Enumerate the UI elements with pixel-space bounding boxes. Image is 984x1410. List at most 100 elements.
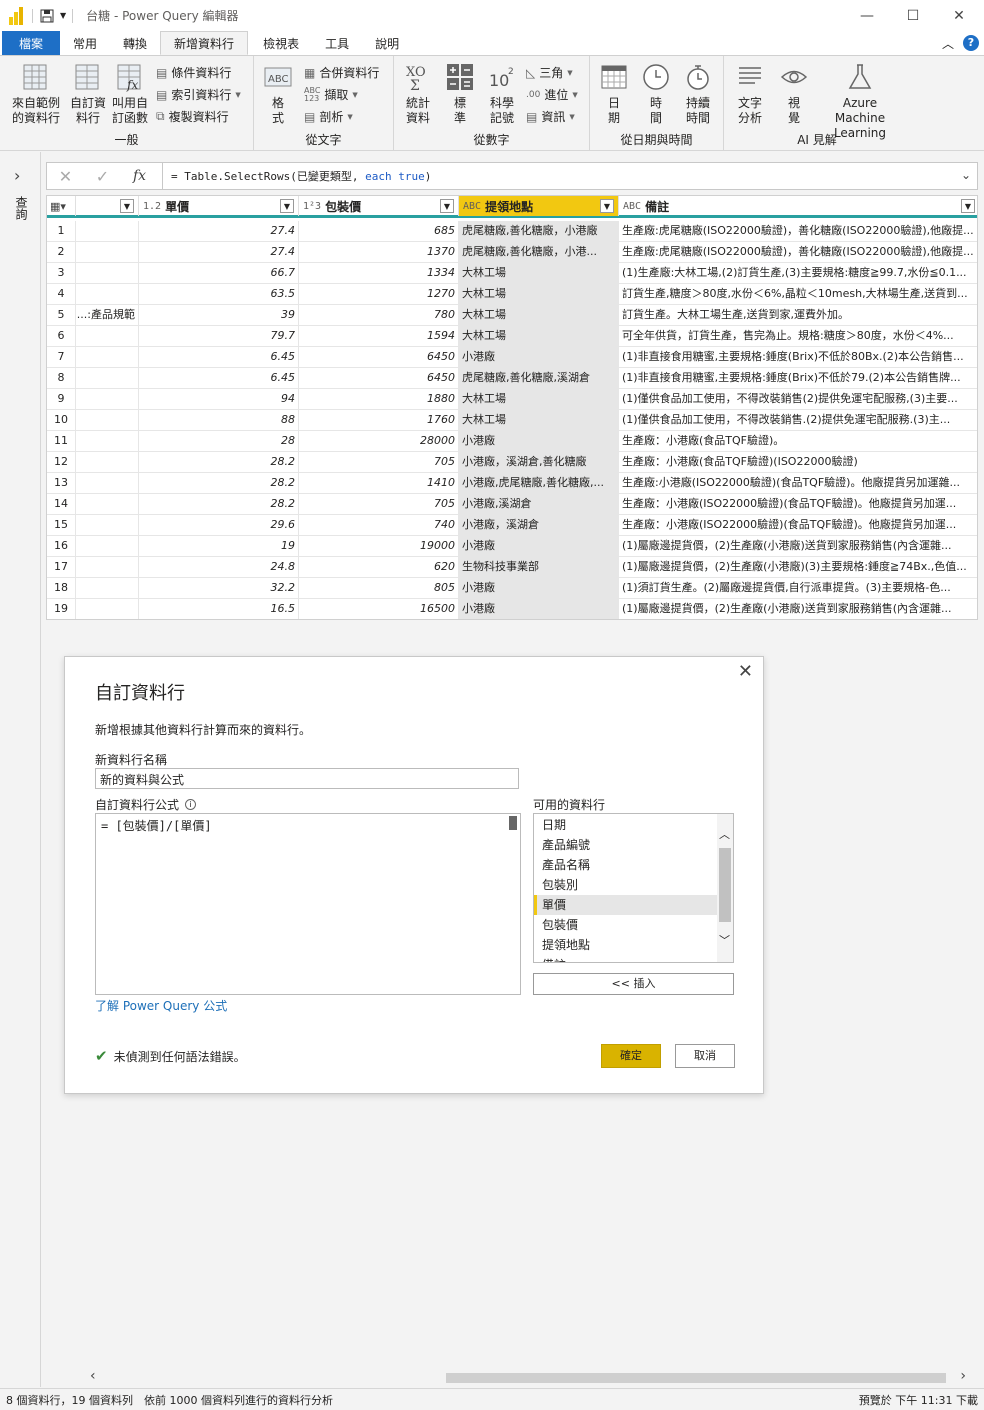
- table-cell[interactable]: (1)屬廠邊提貨價，(2)生產廠(小港廠)送貨到家服務銷售(內含運雜...: [619, 599, 977, 619]
- row-number[interactable]: 3: [47, 263, 76, 283]
- row-number[interactable]: 18: [47, 578, 76, 598]
- qat-dropdown-icon[interactable]: ▼: [60, 11, 66, 20]
- table-cell[interactable]: 29.6: [139, 515, 299, 535]
- ok-button[interactable]: 確定: [601, 1044, 661, 1068]
- insert-column-button[interactable]: << 插入: [533, 973, 734, 995]
- table-cell[interactable]: 小港廠: [459, 599, 619, 619]
- table-cell[interactable]: [76, 326, 139, 346]
- tab-help[interactable]: 說明: [362, 31, 412, 55]
- row-number[interactable]: 14: [47, 494, 76, 514]
- available-column-item[interactable]: 產品名稱: [534, 855, 733, 875]
- table-cell[interactable]: 94: [139, 389, 299, 409]
- table-cell[interactable]: 1410: [299, 473, 459, 493]
- table-cell[interactable]: 6.45: [139, 347, 299, 367]
- table-cell[interactable]: 小港廠: [459, 578, 619, 598]
- scroll-left-icon[interactable]: ‹: [90, 1368, 96, 1384]
- table-cell[interactable]: [76, 494, 139, 514]
- table-cell[interactable]: 小港廠,虎尾糖廠,善化糖廠,...: [459, 473, 619, 493]
- table-cell[interactable]: (1)屬廠邊提貨價，(2)生產廠(小港廠)(3)主要規格:錘度≧74Bx.,色值…: [619, 557, 977, 577]
- table-cell[interactable]: 小港廠，溪湖倉,善化糖廠: [459, 452, 619, 472]
- table-cell[interactable]: [76, 242, 139, 262]
- table-row[interactable]: 7 6.45 6450 小港廠 (1)非直接食用糖蜜,主要規格:錘度(Brix)不低於8…: [47, 347, 977, 368]
- minimize-button[interactable]: —: [844, 0, 890, 31]
- row-number[interactable]: 11: [47, 431, 76, 451]
- table-row[interactable]: 1 27.4 685 虎尾糖廠,善化糖廠，小港廠 生產廠:虎尾糖廠(ISO22000驗證…: [47, 221, 977, 242]
- table-cell[interactable]: 63.5: [139, 284, 299, 304]
- table-cell[interactable]: 6450: [299, 347, 459, 367]
- row-number[interactable]: 12: [47, 452, 76, 472]
- table-cell[interactable]: 1370: [299, 242, 459, 262]
- table-cell[interactable]: (1)僅供食品加工使用，不得改裝銷售.(2)提供免運宅配服務.(3)主...: [619, 410, 977, 430]
- table-cell[interactable]: 19000: [299, 536, 459, 556]
- available-column-item[interactable]: 提領地點: [534, 935, 733, 955]
- table-cell[interactable]: 16500: [299, 599, 459, 619]
- azure-ml-button[interactable]: Azure Machine Learning: [816, 62, 904, 141]
- table-cell[interactable]: 小港廠: [459, 347, 619, 367]
- column-filter-icon[interactable]: ▼: [120, 199, 134, 213]
- dialog-close-icon[interactable]: ✕: [738, 661, 753, 682]
- table-cell[interactable]: [76, 221, 139, 241]
- table-cell[interactable]: [76, 452, 139, 472]
- custom-formula-editor[interactable]: = [包裝價]/[單價]: [95, 813, 521, 995]
- table-cell[interactable]: 6450: [299, 368, 459, 388]
- table-cell[interactable]: 大林工場: [459, 410, 619, 430]
- table-cell[interactable]: 28.2: [139, 452, 299, 472]
- table-cell[interactable]: 生物科技事業部: [459, 557, 619, 577]
- formula-editor-scrollbar[interactable]: [508, 816, 518, 992]
- row-number[interactable]: 1: [47, 221, 76, 241]
- table-cell[interactable]: 805: [299, 578, 459, 598]
- table-cell[interactable]: 27.4: [139, 242, 299, 262]
- columns-scroll-thumb[interactable]: [719, 848, 731, 922]
- available-column-item[interactable]: 產品編號: [534, 835, 733, 855]
- table-menu-cell[interactable]: ▦▾: [47, 196, 76, 216]
- help-icon[interactable]: ?: [963, 35, 979, 51]
- table-cell[interactable]: [76, 389, 139, 409]
- column-filter-icon[interactable]: ▼: [440, 199, 454, 213]
- table-cell[interactable]: 小港廠: [459, 536, 619, 556]
- column-header-unit-price[interactable]: 1.2 單價 ▼: [139, 196, 299, 216]
- column-filter-icon[interactable]: ▼: [961, 199, 975, 213]
- table-row[interactable]: 3 66.7 1334 大林工場 (1)生產廠:大林工場,(2)訂貨生產,(3)主要規格…: [47, 263, 977, 284]
- available-column-item[interactable]: 包裝別: [534, 875, 733, 895]
- row-number[interactable]: 10: [47, 410, 76, 430]
- table-cell[interactable]: 小港廠，溪湖倉: [459, 515, 619, 535]
- trigonometry-button[interactable]: ◺ 三角 ▼: [526, 64, 573, 81]
- table-cell[interactable]: 訂貨生產。大林工場生產,送貨到家,運費外加。: [619, 305, 977, 325]
- formula-scroll-thumb[interactable]: [509, 816, 517, 830]
- table-cell[interactable]: 生產廠:小港廠(ISO22000驗證)(食品TQF驗證)。他廠提貨另加運雜...: [619, 473, 977, 493]
- table-cell[interactable]: 虎尾糖廠,善化糖廠，小港...: [459, 242, 619, 262]
- table-row[interactable]: 17 24.8 620 生物科技事業部 (1)屬廠邊提貨價，(2)生產廠(小港廠)(3)…: [47, 557, 977, 578]
- cancel-formula-icon[interactable]: ✕: [47, 167, 84, 186]
- columns-list-scrollbar[interactable]: ︿ ﹀: [717, 814, 733, 962]
- row-number[interactable]: 19: [47, 599, 76, 619]
- row-number[interactable]: 4: [47, 284, 76, 304]
- table-cell[interactable]: 生產廠:虎尾糖廠(ISO22000驗證)，善化糖廠(ISO22000驗證),他廠…: [619, 242, 977, 262]
- tab-transform[interactable]: 轉換: [110, 31, 160, 55]
- table-cell[interactable]: (1)須訂貨生產。(2)屬廠邊提貨價,自行派車提貨。(3)主要規格-色...: [619, 578, 977, 598]
- table-cell[interactable]: 大林工場: [459, 305, 619, 325]
- scroll-up-icon[interactable]: ︿: [719, 826, 730, 842]
- rounding-button[interactable]: .00 進位 ▼: [526, 86, 578, 103]
- table-cell[interactable]: 16.5: [139, 599, 299, 619]
- table-row[interactable]: 14 28.2 705 小港廠,溪湖倉 生產廠：小港廠(ISO22000驗證)(食品TQ…: [47, 494, 977, 515]
- table-row[interactable]: 8 6.45 6450 虎尾糖廠,善化糖廠,溪湖倉 (1)非直接食用糖蜜,主要規格:錘度…: [47, 368, 977, 389]
- table-cell[interactable]: 生產廠：小港廠(食品TQF驗證)(ISO22000驗證): [619, 452, 977, 472]
- table-row[interactable]: 16 19 19000 小港廠 (1)屬廠邊提貨價，(2)生產廠(小港廠)送貨到家服務銷…: [47, 536, 977, 557]
- table-cell[interactable]: 28.2: [139, 473, 299, 493]
- vision-button[interactable]: 視 覺: [774, 62, 814, 126]
- scroll-right-icon[interactable]: ›: [960, 1368, 966, 1384]
- column-header-notes[interactable]: ABC 備註 ▼: [619, 196, 977, 216]
- expand-queries-icon[interactable]: ›: [14, 166, 20, 185]
- table-row[interactable]: 5 產品規範:... 39 780 大林工場 訂貨生產。大林工場生產,送貨到家,運費外加。: [47, 305, 977, 326]
- column-filter-icon[interactable]: ▼: [280, 199, 294, 213]
- invoke-custom-function-button[interactable]: fx 叫用自 訂函數: [110, 62, 150, 126]
- table-cell[interactable]: 39: [139, 305, 299, 325]
- duration-button[interactable]: 持續 時間: [678, 62, 718, 126]
- table-cell[interactable]: 780: [299, 305, 459, 325]
- row-number[interactable]: 16: [47, 536, 76, 556]
- row-number[interactable]: 2: [47, 242, 76, 262]
- table-cell[interactable]: 66.7: [139, 263, 299, 283]
- table-cell[interactable]: 24.8: [139, 557, 299, 577]
- table-cell[interactable]: (1)非直接食用糖蜜,主要規格:錘度(Brix)不低於79.(2)本公告銷售牌.…: [619, 368, 977, 388]
- custom-column-button[interactable]: 自訂資 料行: [68, 62, 108, 126]
